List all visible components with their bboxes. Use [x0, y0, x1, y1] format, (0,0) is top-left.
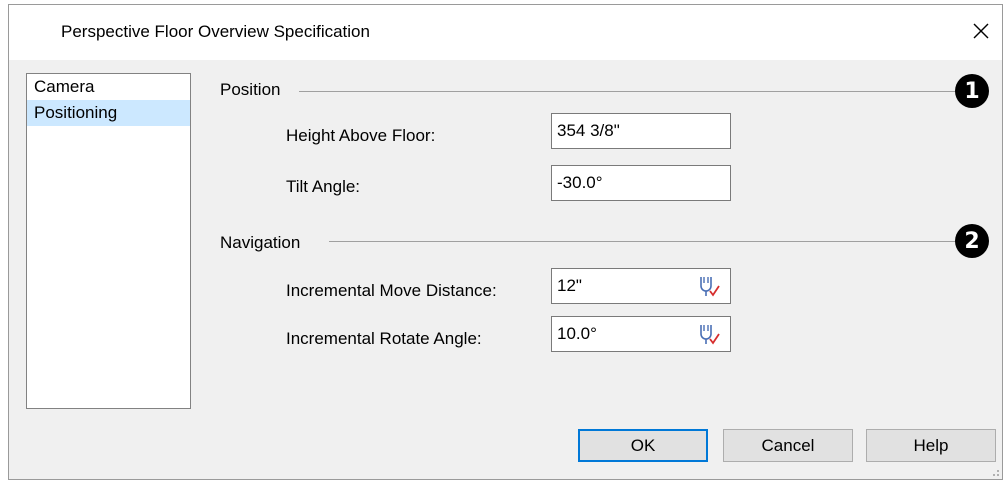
move-distance-value: 12": [557, 276, 582, 295]
ok-button[interactable]: OK: [578, 429, 708, 462]
rotate-angle-field[interactable]: 10.0°: [551, 316, 731, 352]
move-distance-label: Incremental Move Distance:: [286, 281, 497, 300]
rotate-angle-label: Incremental Rotate Angle:: [286, 329, 482, 348]
list-item-positioning[interactable]: Positioning: [27, 100, 190, 126]
resize-grip-icon[interactable]: [990, 467, 1000, 477]
navigation-group-rule: [329, 241, 959, 242]
height-above-floor-value: 354 3/8": [557, 121, 620, 140]
move-distance-field[interactable]: 12": [551, 268, 731, 304]
rotate-angle-value: 10.0°: [557, 324, 597, 343]
position-group-label: Position: [220, 80, 289, 100]
tilt-angle-value: -30.0°: [557, 173, 603, 192]
height-above-floor-field[interactable]: 354 3/8": [551, 113, 731, 149]
help-button[interactable]: Help: [866, 429, 996, 462]
tilt-angle-label: Tilt Angle:: [286, 177, 361, 196]
close-icon: [973, 23, 989, 39]
cancel-button[interactable]: Cancel: [723, 429, 853, 462]
callout-2-badge: 2: [955, 224, 989, 258]
list-item-camera[interactable]: Camera: [27, 74, 190, 100]
navigation-group-label: Navigation: [220, 233, 309, 253]
window-title: Perspective Floor Overview Specification: [61, 22, 370, 41]
title-bar: Perspective Floor Overview Specification: [9, 5, 1002, 60]
category-list[interactable]: Camera Positioning: [26, 73, 191, 409]
dimension-edit-icon[interactable]: [696, 322, 722, 346]
dimension-edit-icon[interactable]: [696, 274, 722, 298]
close-button[interactable]: [964, 14, 998, 48]
dialog-window: Perspective Floor Overview Specification…: [8, 4, 1003, 480]
callout-1-badge: 1: [955, 74, 989, 108]
tilt-angle-field[interactable]: -30.0°: [551, 165, 731, 201]
height-above-floor-label: Height Above Floor:: [286, 126, 436, 145]
position-group-rule: [299, 91, 959, 92]
